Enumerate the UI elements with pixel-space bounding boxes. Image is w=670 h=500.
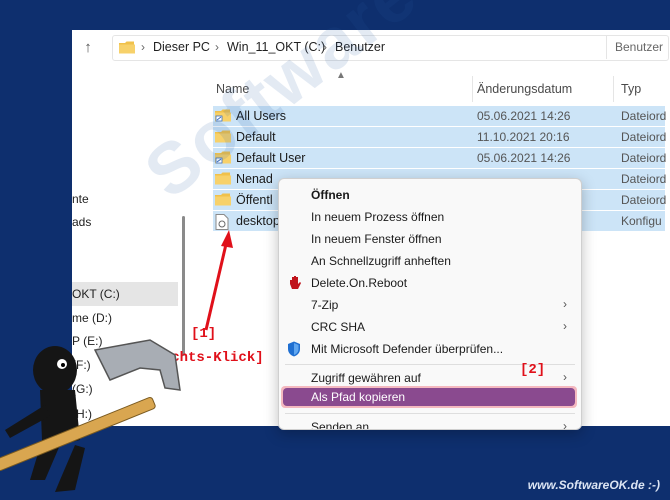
- annotation-step-2: [2]: [520, 362, 546, 378]
- mascot-hammer-figure: [0, 339, 181, 492]
- footer-credit: www.SoftwareOK.de :-): [527, 478, 660, 492]
